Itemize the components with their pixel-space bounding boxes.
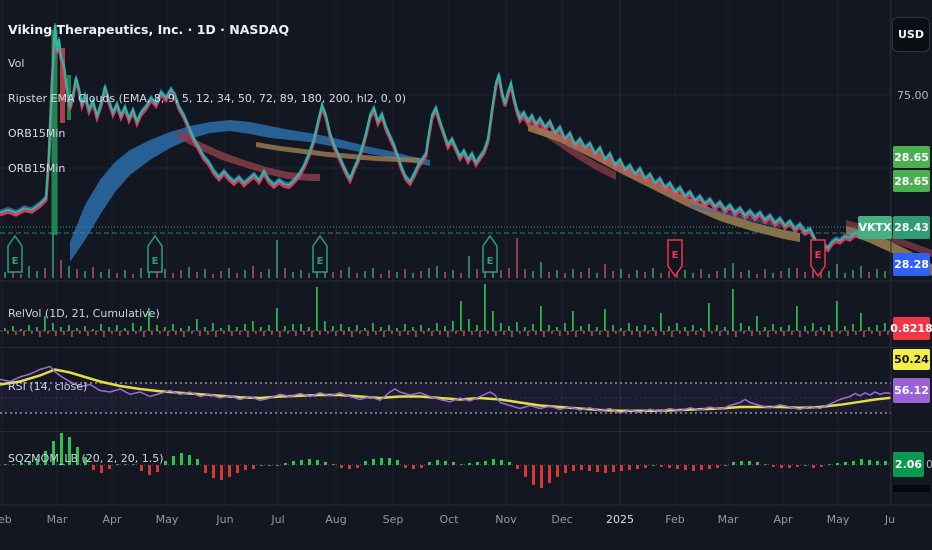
blue-ema-cloud: [70, 120, 430, 262]
x-axis-label: Apr: [102, 513, 122, 526]
earnings-flag-green[interactable]: E: [7, 234, 23, 273]
earnings-flag-green[interactable]: E: [147, 234, 163, 273]
ema-clouds: [70, 108, 932, 276]
currency-usd-button[interactable]: USD: [892, 17, 930, 52]
pane-separators: [0, 0, 932, 506]
sqzmom-zero-marker: [893, 485, 930, 492]
x-axis-label: Ju: [884, 513, 896, 526]
relvol-value-badge: 0.8218: [890, 317, 932, 340]
x-axis-label: Feb: [665, 513, 685, 526]
legend-ripster-ema-clouds[interactable]: Ripster EMA Clouds (EMA, 8, 9, 5, 12, 34…: [8, 92, 406, 105]
price-scale-label-75: 75.00: [897, 89, 929, 102]
x-axis-label: Sep: [382, 513, 404, 526]
earnings-flags[interactable]: E E E EE E: [7, 234, 826, 278]
grid-lines: [0, 0, 891, 505]
low-level-badge: 28.28: [893, 253, 930, 276]
x-axis-label: Aug: [325, 513, 347, 526]
legend-orb15min-2[interactable]: ORB15Min: [8, 162, 65, 175]
earnings-flag-green[interactable]: E: [312, 234, 328, 273]
x-axis-label: Jul: [271, 513, 285, 526]
legend-sqzmom[interactable]: SQZMOM_LB (20, 2, 20, 1.5): [8, 452, 164, 465]
sqzmom-zero-label: 0: [926, 458, 932, 471]
rsi-value-badge: 56.12: [893, 378, 930, 403]
symbol-label-badge: VKTX: [858, 216, 892, 239]
x-axis-label: Apr: [773, 513, 793, 526]
svg-text:E: E: [487, 256, 494, 267]
rsi-ma-value-badge: 50.24: [893, 349, 930, 370]
svg-text:E: E: [317, 256, 324, 267]
svg-text:E: E: [12, 256, 19, 267]
svg-text:E: E: [672, 250, 679, 261]
x-axis-label: Oct: [439, 513, 459, 526]
last-price-badge: 28.43: [893, 216, 930, 239]
orb-level-badge-2: 28.65: [893, 170, 930, 192]
x-axis-label: Dec: [551, 513, 573, 526]
legend-orb15min-1[interactable]: ORB15Min: [8, 127, 65, 140]
chart-root: E E E E E E Viking Therapeutics, Inc. · 1D · …: [0, 0, 932, 550]
legend-relvol[interactable]: RelVol (1D, 21, Cumulative): [8, 307, 160, 320]
volume-bars: [4, 232, 886, 278]
symbol-title[interactable]: Viking Therapeutics, Inc. · 1D · NASDAQ: [8, 22, 289, 37]
time-axis[interactable]: Feb Mar Apr May Jun Jul Aug Sep Oct Nov Dec 2025 Feb…: [0, 505, 932, 550]
orb-level-badge-1: 28.65: [893, 146, 930, 168]
x-axis-label: Nov: [495, 513, 517, 526]
price-chart-canvas[interactable]: E E E EE E: [0, 0, 932, 550]
earnings-flag-red[interactable]: E: [667, 239, 683, 278]
svg-text:E: E: [815, 250, 822, 261]
x-axis-label: Feb: [0, 513, 12, 526]
sqzmom-value-badge: 2.06: [893, 452, 924, 477]
svg-text:E: E: [152, 256, 159, 267]
price-ribbon: [0, 22, 892, 257]
legend-rsi[interactable]: RSI (14, close): [8, 380, 87, 393]
x-axis-label: Mar: [717, 513, 739, 526]
earnings-flag-green[interactable]: E: [482, 234, 498, 273]
x-axis-label: May: [826, 513, 850, 526]
x-axis-label: Jun: [216, 513, 234, 526]
x-axis-label: May: [155, 513, 179, 526]
x-axis-label: Mar: [46, 513, 68, 526]
x-axis-label: 2025: [606, 513, 634, 526]
legend-volume[interactable]: Vol: [8, 57, 24, 70]
